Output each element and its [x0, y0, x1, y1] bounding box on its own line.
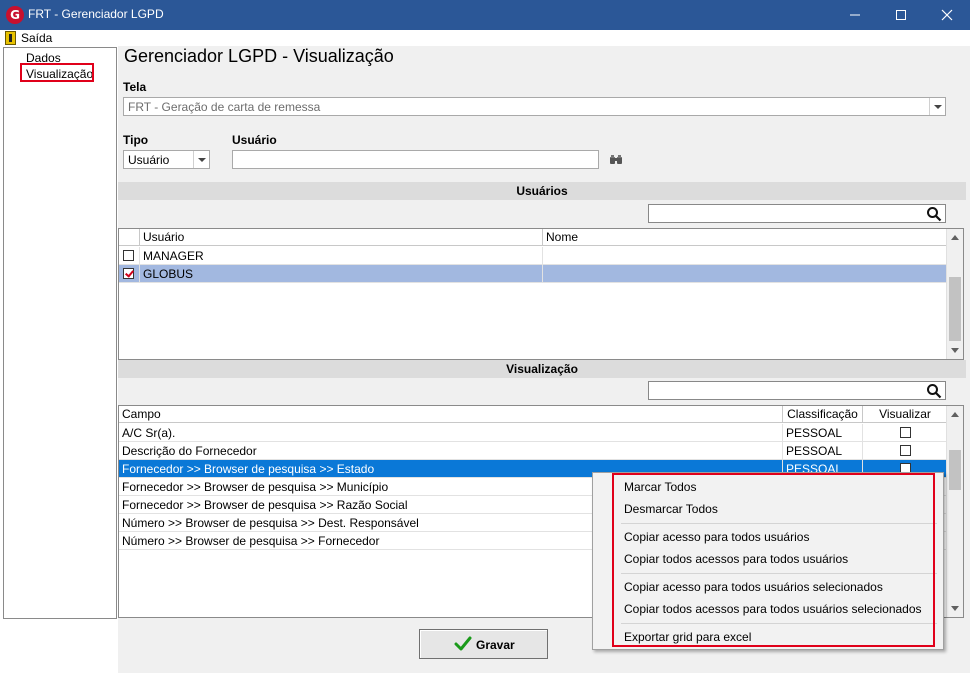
usuarios-search-input[interactable]: [648, 204, 946, 223]
save-button[interactable]: Gravar: [419, 629, 548, 659]
cell-campo: A/C Sr(a).: [119, 424, 783, 442]
search-icon[interactable]: [926, 206, 942, 222]
binoculars-icon[interactable]: [609, 154, 623, 166]
usuarios-section-header: Usuários: [118, 182, 966, 200]
cell-campo: Descrição do Fornecedor: [119, 442, 783, 460]
column-header-classificacao[interactable]: Classificação: [783, 406, 863, 423]
table-row[interactable]: MANAGER: [119, 247, 948, 265]
tipo-value: Usuário: [128, 153, 170, 167]
scroll-thumb[interactable]: [949, 277, 961, 341]
usuario-input[interactable]: [232, 150, 599, 169]
cell-classificacao: PESSOAL: [783, 424, 863, 442]
selection-highlight: [20, 63, 94, 82]
exit-door-icon[interactable]: [5, 31, 16, 45]
scroll-down-icon[interactable]: [951, 348, 959, 353]
window-title: FRT - Gerenciador LGPD: [28, 7, 164, 21]
menu-exit[interactable]: Saída: [21, 31, 52, 45]
usuarios-grid[interactable]: Usuário Nome MANAGER GLOBUS: [118, 228, 964, 360]
visualizar-checkbox[interactable]: [900, 445, 911, 456]
row-checkbox[interactable]: [123, 268, 134, 279]
cell-usuario: GLOBUS: [140, 265, 543, 283]
cell-visualizar: [863, 424, 948, 442]
close-icon: [941, 9, 953, 21]
checkmark-icon: [454, 636, 472, 651]
usuarios-grid-header: Usuário Nome: [119, 229, 948, 246]
cell-nome: [543, 247, 948, 265]
menu-bar: Saída: [0, 30, 970, 46]
minimize-icon: [850, 14, 860, 16]
visualizacao-scrollbar[interactable]: [946, 406, 963, 617]
tela-select[interactable]: FRT - Geração de carta de remessa: [123, 97, 946, 116]
tela-value: FRT - Geração de carta de remessa: [128, 100, 321, 114]
chevron-down-icon[interactable]: [193, 151, 209, 168]
row-checkbox-cell: [119, 265, 140, 283]
column-header-nome[interactable]: Nome: [543, 229, 948, 246]
scroll-up-icon[interactable]: [951, 235, 959, 240]
close-button[interactable]: [924, 0, 970, 30]
maximize-icon: [896, 10, 906, 20]
nav-tree: Dados Visualização: [3, 47, 117, 619]
visualizacao-search-input[interactable]: [648, 381, 946, 400]
tela-label: Tela: [123, 80, 147, 94]
scroll-up-icon[interactable]: [951, 412, 959, 417]
cell-nome: [543, 265, 948, 283]
visualizar-checkbox[interactable]: [900, 427, 911, 438]
column-header-campo[interactable]: Campo: [119, 406, 783, 423]
usuario-label: Usuário: [232, 133, 277, 147]
tipo-label: Tipo: [123, 133, 149, 147]
column-header-check: [119, 229, 140, 246]
cell-classificacao: PESSOAL: [783, 442, 863, 460]
row-checkbox-cell: [119, 247, 140, 265]
table-row[interactable]: A/C Sr(a). PESSOAL: [119, 424, 948, 442]
cell-visualizar: [863, 442, 948, 460]
chevron-down-icon[interactable]: [929, 98, 945, 115]
column-header-usuario[interactable]: Usuário: [140, 229, 543, 246]
page-title: Gerenciador LGPD - Visualização: [124, 46, 394, 66]
minimize-button[interactable]: [832, 0, 878, 30]
visualizacao-section-header: Visualização: [118, 360, 966, 378]
table-row[interactable]: GLOBUS: [119, 265, 948, 283]
scroll-thumb[interactable]: [949, 450, 961, 490]
tipo-select[interactable]: Usuário: [123, 150, 210, 169]
scroll-down-icon[interactable]: [951, 606, 959, 611]
maximize-button[interactable]: [878, 0, 924, 30]
visualizacao-grid-header: Campo Classificação Visualizar: [119, 406, 948, 423]
save-button-label: Gravar: [476, 638, 515, 652]
app-logo-icon: G: [6, 6, 24, 24]
title-bar: G FRT - Gerenciador LGPD: [0, 0, 970, 30]
cell-usuario: MANAGER: [140, 247, 543, 265]
usuarios-scrollbar[interactable]: [946, 229, 963, 359]
table-row[interactable]: Descrição do Fornecedor PESSOAL: [119, 442, 948, 460]
column-header-visualizar[interactable]: Visualizar: [863, 406, 948, 423]
search-icon[interactable]: [926, 383, 942, 399]
row-checkbox[interactable]: [123, 250, 134, 261]
context-menu-highlight: [612, 473, 935, 647]
